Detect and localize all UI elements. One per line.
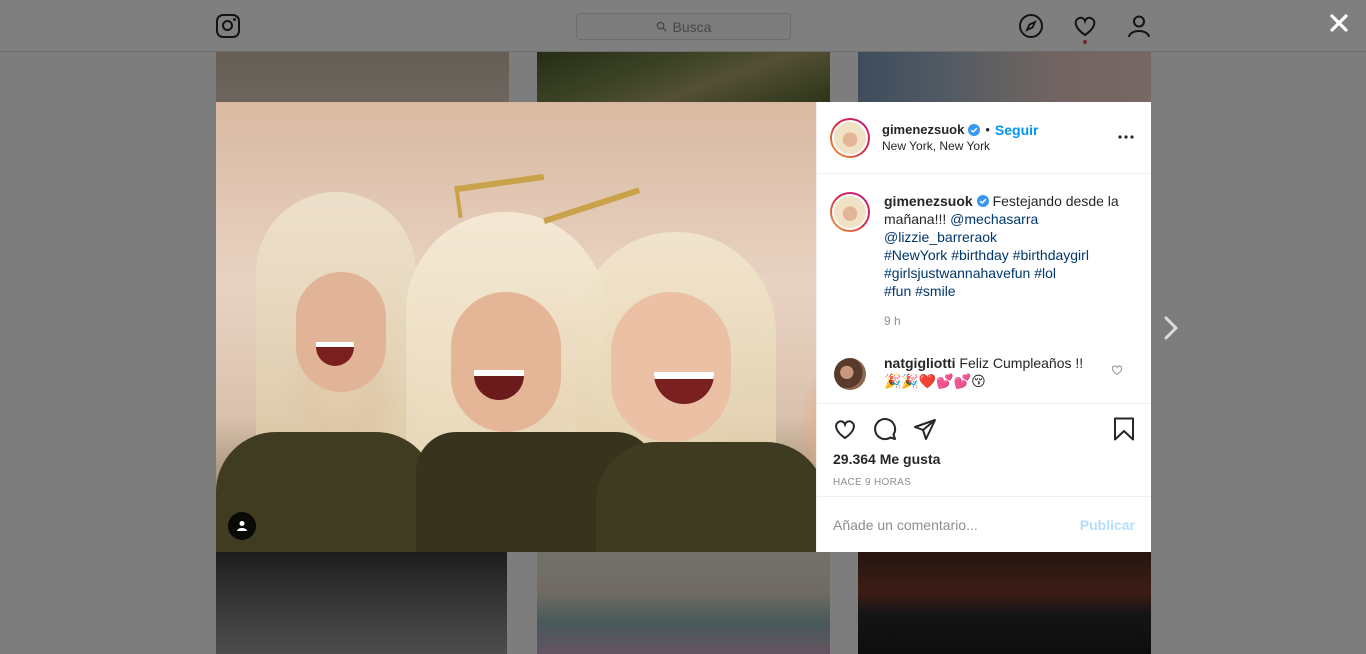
avatar[interactable]	[834, 358, 866, 390]
post-header: gimenezsuok • Seguir New York, New York	[817, 102, 1151, 174]
caption-time[interactable]: 9 h	[884, 312, 1129, 330]
add-comment-form: Publicar	[817, 496, 1151, 552]
photo-detail	[296, 272, 386, 392]
bookmark-icon[interactable]	[1112, 417, 1136, 441]
publish-button[interactable]: Publicar	[1080, 517, 1135, 533]
hashtag-link[interactable]: #birthdaygirl	[1013, 247, 1089, 263]
comment-body: natgigliotti Feliz Cumpleaños !!🎉🎉❤️💕💕😚	[884, 354, 1094, 390]
mention-link[interactable]: @lizzie_barreraok	[884, 229, 997, 245]
photo-detail	[596, 442, 816, 552]
verified-badge-icon	[976, 195, 989, 207]
hashtag-link[interactable]: #NewYork	[884, 247, 947, 263]
comment-like-heart-icon[interactable]	[1111, 364, 1123, 376]
follow-button[interactable]: Seguir	[995, 122, 1039, 138]
hashtag-link[interactable]: #fun	[884, 283, 911, 299]
header-row: gimenezsuok • Seguir	[882, 122, 1039, 138]
caption-username[interactable]: gimenezsuok	[884, 193, 973, 209]
action-icons	[833, 412, 1135, 446]
photo-detail	[454, 173, 548, 219]
caption-body: gimenezsuok Festejando desde la mañana!!…	[884, 192, 1129, 330]
comment-icon[interactable]	[873, 417, 897, 441]
header-text: gimenezsuok • Seguir New York, New York	[882, 122, 1039, 154]
caption: gimenezsuok Festejando desde la mañana!!…	[830, 192, 1135, 330]
comment-username[interactable]: natgigliotti	[884, 355, 956, 371]
comment-item: natgigliotti Feliz Cumpleaños !!🎉🎉❤️💕💕😚	[830, 354, 1135, 390]
post-actions: 29.364 Me gusta HACE 9 HORAS	[817, 403, 1151, 496]
avatar-image	[832, 119, 868, 156]
post-sidebar: gimenezsuok • Seguir New York, New York …	[816, 102, 1151, 552]
hashtag-link[interactable]: #smile	[915, 283, 955, 299]
like-count[interactable]: 29.364 Me gusta	[833, 451, 1135, 467]
photo-detail	[451, 292, 561, 432]
username-link[interactable]: gimenezsuok	[882, 122, 964, 138]
chevron-right-icon[interactable]	[1160, 314, 1182, 342]
tagged-users-button[interactable]	[228, 512, 256, 540]
location-link[interactable]: New York, New York	[882, 138, 1039, 154]
close-icon[interactable]	[1326, 10, 1352, 36]
hashtag-link[interactable]: #lol	[1034, 265, 1056, 281]
separator-dot: •	[985, 121, 990, 137]
share-icon[interactable]	[913, 417, 937, 441]
more-options-icon[interactable]	[1117, 128, 1135, 146]
hashtag-link[interactable]: #girlsjustwannahavefun	[884, 265, 1030, 281]
verified-badge-icon	[968, 123, 981, 136]
like-heart-icon[interactable]	[833, 417, 857, 441]
mention-link[interactable]: @mechasarra	[950, 211, 1038, 227]
hashtag-link[interactable]: #birthday	[951, 247, 1009, 263]
avatar[interactable]	[830, 192, 870, 232]
avatar-image	[832, 194, 868, 230]
user-icon	[237, 521, 247, 531]
post-modal: gimenezsuok • Seguir New York, New York …	[216, 102, 1151, 552]
comment-input[interactable]	[833, 516, 1063, 533]
photo-detail	[611, 292, 731, 442]
comments-section[interactable]: gimenezsuok Festejando desde la mañana!!…	[817, 174, 1151, 403]
post-timestamp[interactable]: HACE 9 HORAS	[833, 477, 1135, 488]
avatar[interactable]	[830, 117, 870, 158]
post-photo[interactable]	[216, 102, 816, 552]
